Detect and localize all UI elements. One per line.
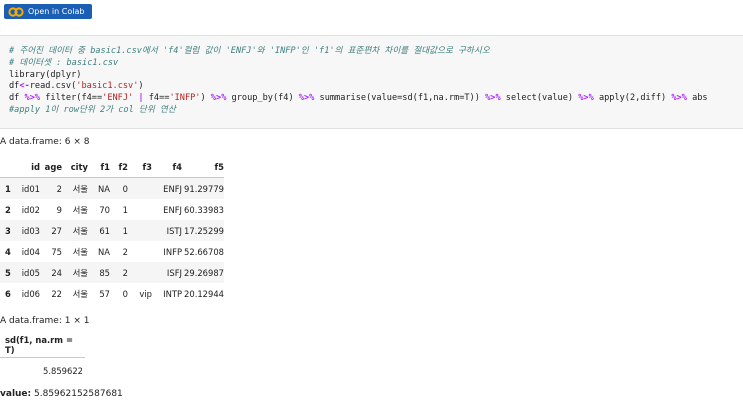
code-line: df<-read.csv('basic1.csv')	[9, 81, 144, 92]
code-line: library(dplyr)	[9, 69, 82, 80]
result-cell: 5.859622	[43, 366, 83, 376]
table-row: 3 id03 27 서울 61 1 ISTJ 17.25299	[0, 220, 224, 241]
code-comment: # 주어진 데이터 중 basic1.csv에서 'f4'컬럼 값이 'ENFJ…	[9, 46, 490, 56]
header-f2: f2	[118, 162, 128, 172]
open-in-colab-button[interactable]: Open in Colab	[4, 4, 92, 19]
table-header-row: sd(f1, na.rm = T)	[0, 333, 85, 358]
value-key: value:	[0, 389, 32, 399]
code-comment: #apply 1이 row단위 2가 col 단위 연산	[9, 104, 176, 115]
header-f5: f5	[214, 162, 224, 172]
code-cell[interactable]: # 주어진 데이터 중 basic1.csv에서 'f4'컬럼 값이 'ENFJ…	[0, 35, 743, 129]
dataframe-label: A data.frame: 6 × 8	[0, 137, 90, 147]
header-sd: sd(f1, na.rm = T)	[5, 335, 73, 355]
table-row: 1 id01 2 서울 NA 0 ENFJ 91.29779	[0, 177, 224, 199]
table-header-row: id age city f1 f2 f3 f4 f5	[0, 157, 224, 178]
header-id: id	[31, 162, 40, 172]
header-f3: f3	[142, 162, 152, 172]
header-f1: f1	[100, 162, 110, 172]
dataframe-table: id age city f1 f2 f3 f4 f5 1 id01 2 서울 N…	[0, 157, 224, 304]
table-row: 2 id02 9 서울 70 1 ENFJ 60.33983	[5, 204, 224, 215]
table-row: 4 id04 75 서울 NA 2 INFP 52.66708	[5, 246, 224, 257]
table-row: 5 id05 24 서울 85 2 ISFJ 29.26987	[0, 262, 224, 283]
value-text: 5.85962152587681	[34, 389, 123, 399]
result-table: sd(f1, na.rm = T) 5.859622	[0, 333, 85, 384]
header-age: age	[44, 162, 62, 172]
colab-logo-icon	[8, 6, 24, 17]
header-f4: f4	[172, 162, 182, 172]
header-city: city	[70, 162, 88, 172]
header-index	[0, 157, 21, 178]
open-in-colab-label: Open in Colab	[28, 7, 85, 16]
code-line: df %>% filter(f4=='ENFJ' | f4=='INFP') %…	[9, 93, 708, 104]
final-value: value: 5.85962152587681	[0, 389, 123, 399]
code-comment: # 데이터셋 : basic1.csv	[9, 57, 119, 68]
table-row: 6 id06 22 서울 57 0 vip INTP 20.12944	[5, 288, 224, 299]
table-row: 5.859622	[0, 358, 85, 385]
dataframe-label: A data.frame: 1 × 1	[0, 316, 90, 326]
